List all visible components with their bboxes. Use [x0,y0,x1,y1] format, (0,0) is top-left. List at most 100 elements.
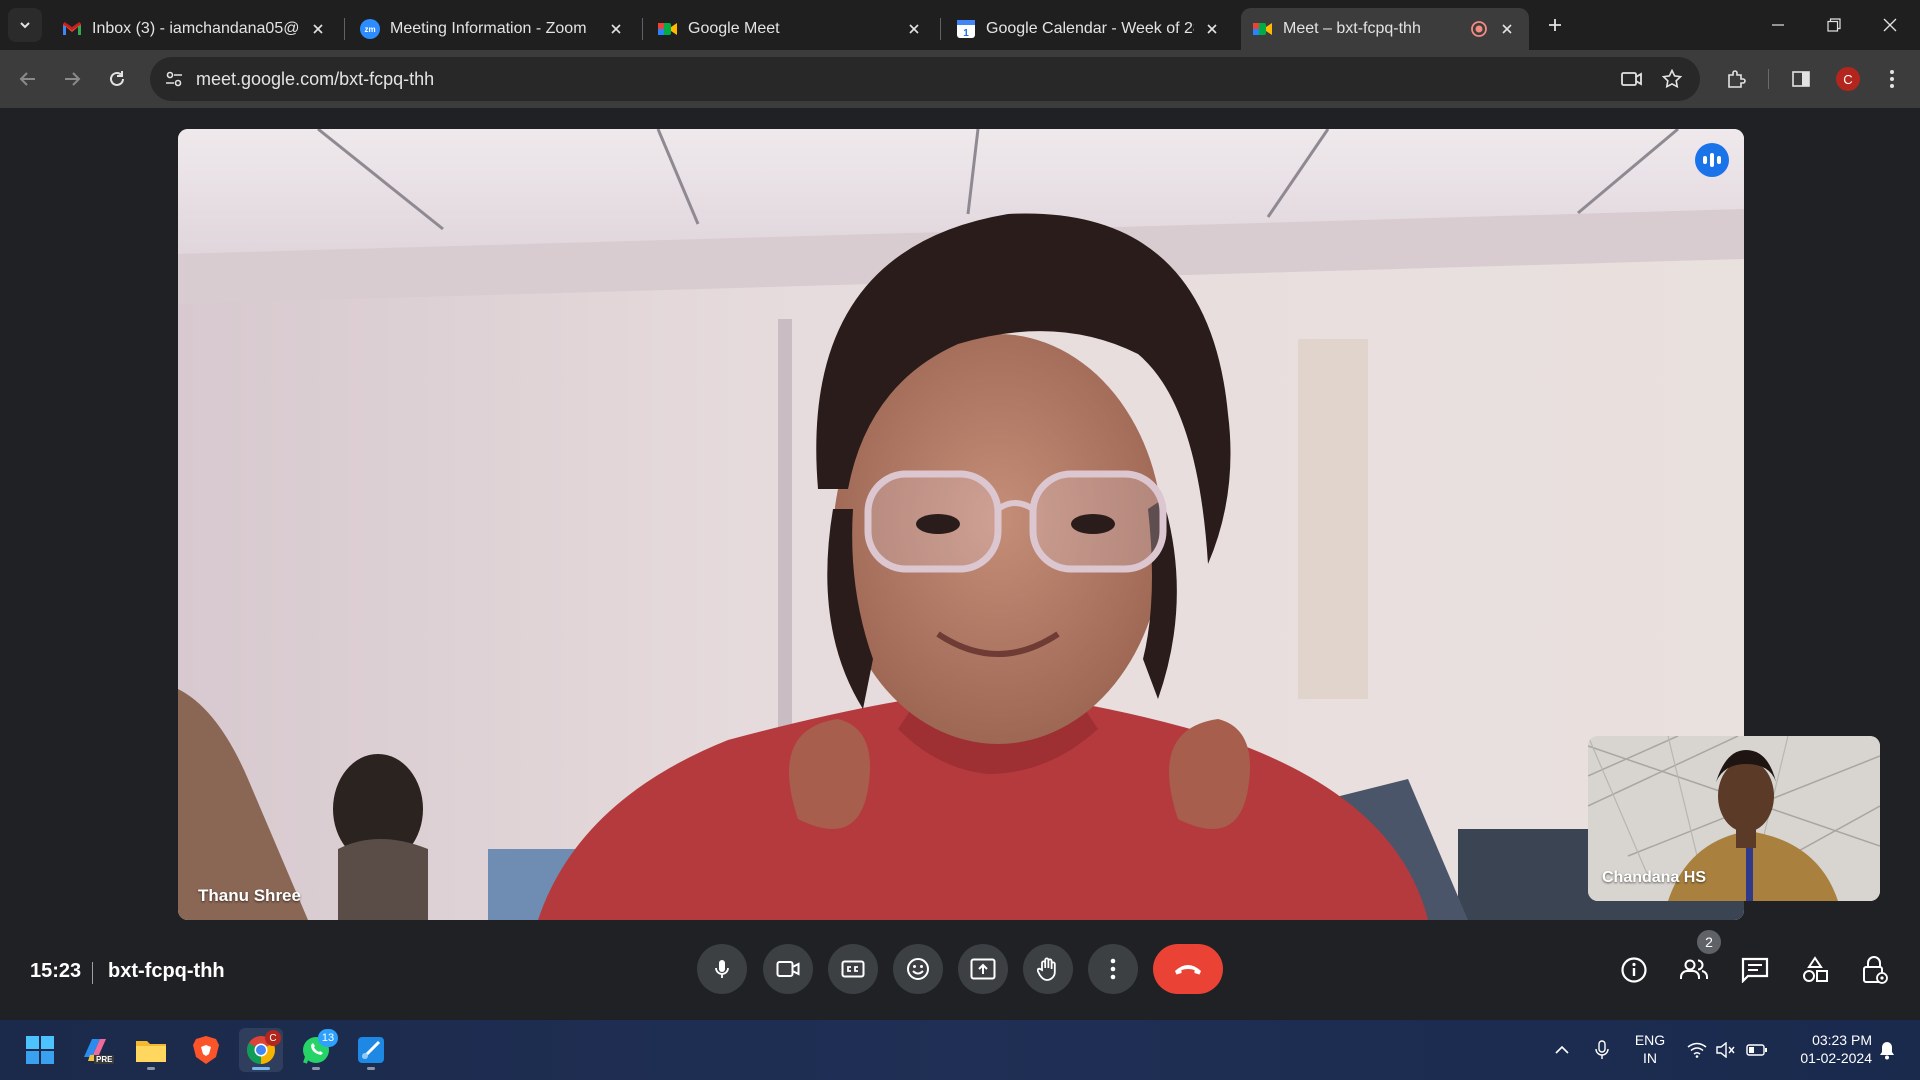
captions-button[interactable] [828,944,878,994]
folder-icon [136,1041,166,1062]
chevron-down-icon [20,22,30,29]
close-icon [1883,18,1897,32]
meeting-details-button[interactable] [1614,950,1654,990]
gmail-icon [62,19,82,39]
close-icon[interactable] [904,19,924,39]
show-hidden-icons-button[interactable] [1550,1040,1574,1060]
self-view-video[interactable]: Chandana HS [1588,736,1880,901]
taskbar-snipping-tool[interactable] [349,1028,393,1072]
extensions-button[interactable] [1720,63,1752,95]
tab-title: Meet – bxt-fcpq-thh [1283,20,1421,37]
battery-icon[interactable] [1745,1038,1769,1062]
videocam-icon [776,961,800,977]
taskbar-file-explorer[interactable] [129,1028,173,1072]
present-screen-button[interactable] [958,944,1008,994]
microphone-in-use-icon[interactable] [1590,1038,1614,1062]
google-calendar-icon: 1 [956,19,976,39]
tab-title: Meeting Information - Zoom [390,20,587,37]
forward-button[interactable] [56,63,88,95]
start-button[interactable] [18,1028,62,1072]
leave-call-button[interactable] [1153,944,1223,994]
side-panel-button[interactable] [1785,63,1817,95]
speaking-indicator-icon [1695,143,1729,177]
close-icon[interactable] [606,19,626,39]
tab-zoom[interactable]: zm Meeting Information - Zoom [348,8,638,50]
snipping-tool-icon [358,1037,384,1063]
reload-button[interactable] [101,63,133,95]
taskbar-copilot[interactable]: PRE [74,1028,118,1072]
brave-lion-icon [193,1036,219,1064]
tab-divider [344,18,345,40]
call-end-icon [1175,965,1201,975]
participant-video-main[interactable]: Thanu Shree [178,129,1744,920]
tab-meet-active[interactable]: Meet – bxt-fcpq-thh [1241,8,1529,50]
running-indicator [147,1067,155,1070]
tab-title: Inbox (3) - iamchandana05@gm [92,20,300,37]
svg-text:1: 1 [963,28,969,39]
raise-hand-button[interactable] [1023,944,1073,994]
back-button[interactable] [12,63,44,95]
camera-button[interactable] [763,944,813,994]
taskbar-chrome[interactable]: C [239,1028,283,1072]
site-settings-icon[interactable] [162,67,186,91]
people-button[interactable] [1674,950,1714,990]
notifications-bell-icon[interactable] [1875,1038,1899,1062]
meeting-code: bxt-fcpq-thh [108,960,225,982]
taskbar-whatsapp[interactable]: 13 [294,1028,338,1072]
chat-icon [1741,957,1769,983]
chat-button[interactable] [1735,950,1775,990]
running-indicator [367,1067,375,1070]
wifi-icon[interactable] [1685,1038,1709,1062]
arrow-right-icon [65,72,81,86]
tab-google-meet[interactable]: Google Meet [646,8,936,50]
browser-menu-button[interactable] [1876,63,1908,95]
language-code: ENG [1634,1032,1666,1048]
google-meet-icon [658,19,678,39]
more-vert-icon [1110,958,1116,980]
taskbar-clock[interactable]: 03:23 PM 01-02-2024 [1782,1031,1872,1067]
puzzle-icon [1728,70,1746,88]
copilot-badge: PRE [94,1055,115,1064]
emoji-icon [907,958,929,980]
profile-avatar[interactable]: C [1836,67,1860,91]
address-bar[interactable]: meet.google.com/bxt-fcpq-thh [150,57,1700,101]
tab-google-calendar[interactable]: 1 Google Calendar - Week of 28 J [944,8,1234,50]
whatsapp-unread-badge: 13 [318,1029,338,1047]
present-to-all-icon [970,958,996,980]
volume-muted-icon[interactable] [1714,1038,1738,1062]
microphone-button[interactable] [697,944,747,994]
close-window-button[interactable] [1862,0,1918,50]
restore-button[interactable] [1806,0,1862,50]
tab-search-button[interactable] [8,8,42,42]
camera-in-use-icon[interactable] [1620,67,1644,91]
people-count-badge: 2 [1697,930,1721,954]
reload-icon [110,71,124,86]
toolbar-divider [1768,69,1769,89]
input-language[interactable]: ENG IN [1630,1031,1670,1067]
chrome-profile-badge: C [265,1030,281,1046]
host-controls-button[interactable] [1855,950,1895,990]
meeting-clock: 15:23 [30,960,82,982]
activities-button[interactable] [1795,950,1835,990]
more-options-button[interactable] [1088,944,1138,994]
more-vert-icon [1890,70,1894,88]
close-icon[interactable] [1497,19,1517,39]
people-icon [1680,959,1709,979]
participant-name: Thanu Shree [198,886,301,905]
close-icon[interactable] [308,19,328,39]
new-tab-button[interactable] [1540,10,1570,40]
arrow-left-icon [19,72,35,86]
close-icon[interactable] [1202,19,1222,39]
tab-gmail[interactable]: Inbox (3) - iamchandana05@gm [50,8,340,50]
reactions-button[interactable] [893,944,943,994]
taskbar-date: 01-02-2024 [1800,1050,1872,1066]
participant-video-frame [178,129,1744,920]
host-lock-icon [1863,956,1888,984]
bookmark-star-icon[interactable] [1660,67,1684,91]
tab-divider [940,18,941,40]
taskbar-time: 03:23 PM [1812,1032,1872,1048]
minimize-button[interactable] [1750,0,1806,50]
chevron-up-icon [1555,1045,1569,1054]
tab-divider [642,18,643,40]
taskbar-brave[interactable] [184,1028,228,1072]
